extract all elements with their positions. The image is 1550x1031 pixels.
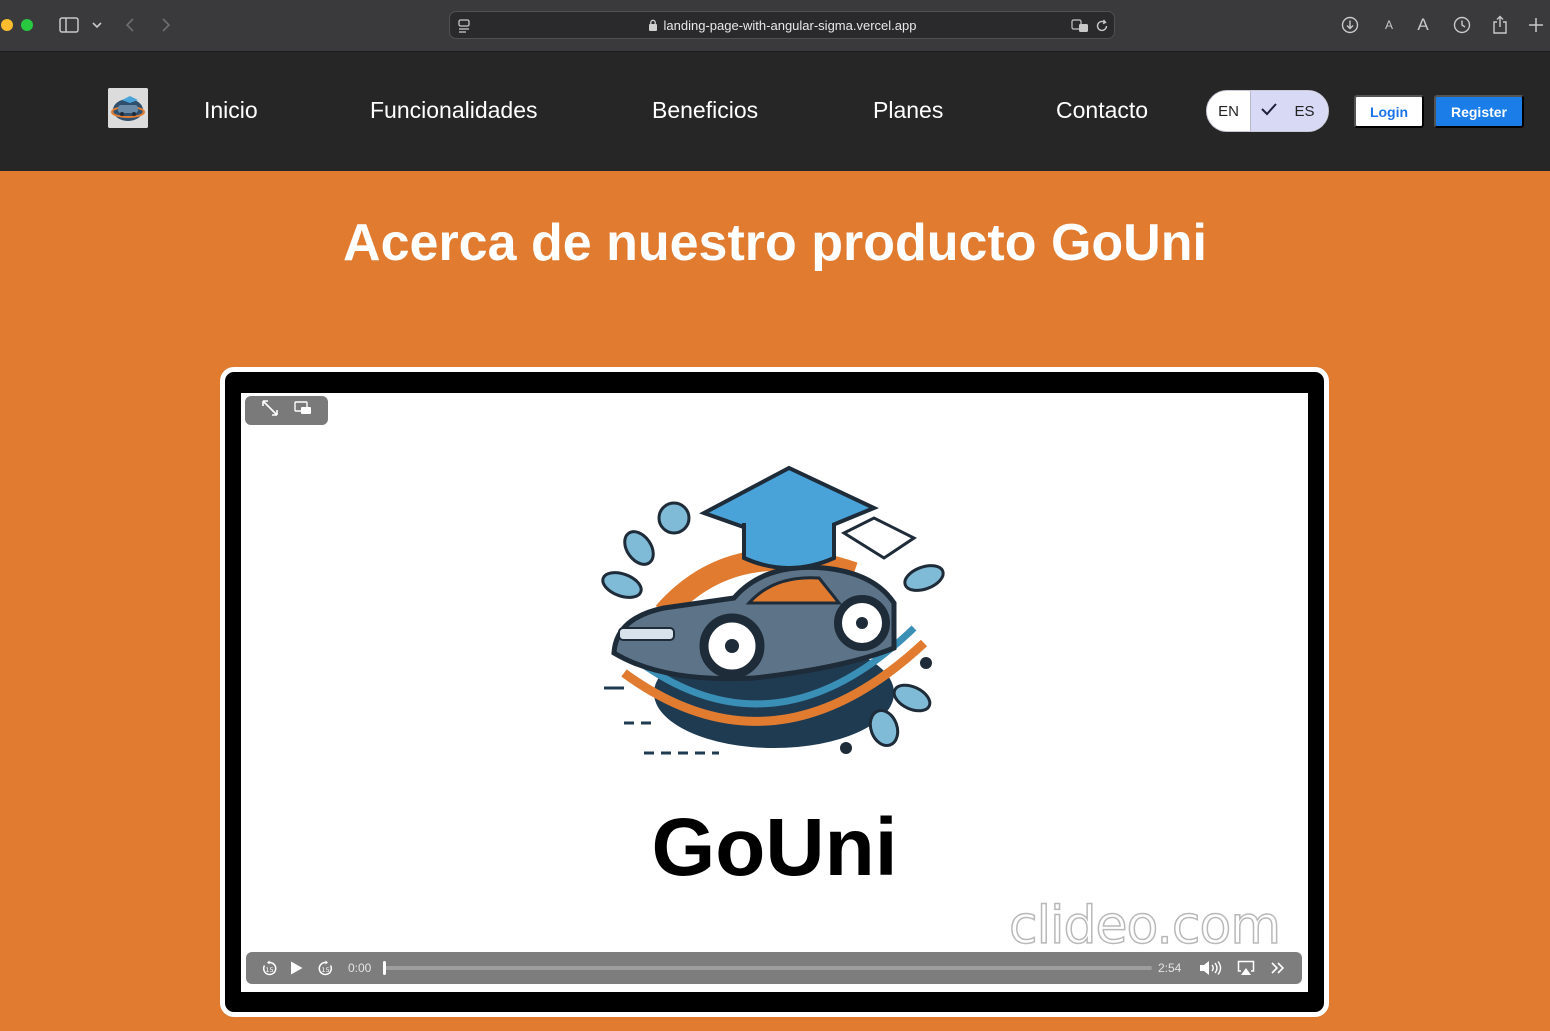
text-larger-icon[interactable]: A (1415, 13, 1431, 37)
reload-icon[interactable] (1094, 14, 1110, 38)
downloads-icon[interactable] (1340, 13, 1360, 37)
video-player: GoUni clideo.com 15 15 0:00 2:54 (220, 367, 1329, 1017)
address-bar[interactable]: landing-page-with-angular-sigma.vercel.a… (449, 11, 1115, 39)
lock-icon (648, 19, 658, 34)
site-header: Inicio Funcionalidades Beneficios Planes… (0, 52, 1550, 171)
video-screen[interactable]: GoUni clideo.com 15 15 0:00 2:54 (241, 393, 1308, 992)
scrubber-handle[interactable] (383, 961, 386, 975)
text-smaller-icon[interactable]: A (1382, 13, 1396, 37)
lang-en-label: EN (1218, 102, 1239, 120)
fullscreen-icon[interactable] (261, 399, 279, 422)
current-time: 0:00 (348, 961, 372, 975)
back-arrow-icon[interactable] (123, 13, 137, 37)
hero-title: Acerca de nuestro producto GoUni (343, 214, 1207, 272)
register-button[interactable]: Register (1434, 95, 1524, 128)
fullscreen-window-button[interactable] (21, 19, 33, 31)
forward-15-icon[interactable]: 15 (316, 958, 334, 978)
nav-link-inicio[interactable]: Inicio (204, 97, 258, 124)
rewind-15-icon[interactable]: 15 (260, 958, 278, 978)
video-control-bar: 15 15 0:00 2:54 (246, 952, 1302, 984)
minimize-window-button[interactable] (1, 19, 13, 31)
gouni-logo[interactable] (108, 88, 148, 128)
nav-link-beneficios[interactable]: Beneficios (652, 97, 758, 124)
more-chevrons-icon[interactable] (1268, 958, 1288, 978)
duration-time: 2:54 (1158, 961, 1182, 975)
checkmark-icon (1260, 102, 1278, 120)
browser-toolbar: landing-page-with-angular-sigma.vercel.a… (0, 0, 1550, 52)
login-button[interactable]: Login (1354, 95, 1424, 128)
lang-es-label: ES (1294, 102, 1315, 120)
picture-in-picture-icon[interactable] (294, 401, 312, 420)
language-toggle: EN ES (1206, 90, 1329, 132)
lang-en-option[interactable]: EN (1207, 91, 1251, 131)
volume-icon[interactable] (1198, 958, 1224, 978)
forward-arrow-icon[interactable] (159, 13, 173, 37)
sidebar-toggle-icon[interactable] (58, 13, 80, 37)
play-icon[interactable] (288, 958, 304, 978)
url-text-wrap: landing-page-with-angular-sigma.vercel.a… (450, 18, 1114, 34)
gouni-illustration (594, 463, 954, 763)
svg-text:15: 15 (321, 966, 329, 974)
video-top-controls (245, 396, 328, 425)
video-brand-text: GoUni (651, 802, 898, 893)
url-text: landing-page-with-angular-sigma.vercel.a… (663, 18, 917, 33)
new-tab-plus-icon[interactable] (1527, 13, 1545, 37)
svg-text:15: 15 (265, 966, 273, 974)
video-scrubber[interactable] (383, 961, 1152, 975)
nav-link-funcionalidades[interactable]: Funcionalidades (370, 97, 538, 124)
airplay-icon[interactable] (1236, 958, 1256, 978)
share-icon[interactable] (1491, 13, 1509, 37)
lang-es-option[interactable]: ES (1251, 91, 1328, 131)
nav-link-contacto[interactable]: Contacto (1056, 97, 1148, 124)
nav-link-planes[interactable]: Planes (873, 97, 943, 124)
translate-icon[interactable] (1070, 14, 1090, 38)
history-clock-icon[interactable] (1452, 13, 1472, 37)
chevron-down-icon[interactable] (91, 13, 103, 37)
watermark-text: clideo.com (1008, 895, 1281, 957)
